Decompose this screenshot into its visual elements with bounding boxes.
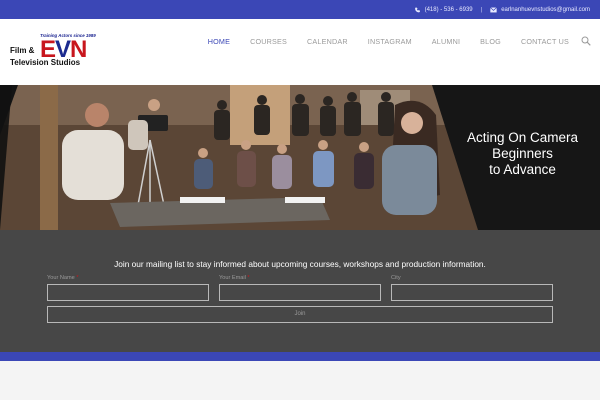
name-required-mark: *: [76, 275, 79, 281]
nav-item-courses[interactable]: COURSES: [250, 37, 287, 46]
logo-name-line2: Television Studios: [10, 58, 81, 67]
name-field-label: Your Name *: [47, 275, 79, 281]
footer-accent-bar: [0, 352, 600, 361]
logo-name: Film & Television Studios: [10, 46, 98, 67]
phone-icon: [414, 7, 420, 12]
nav-item-contact-us[interactable]: CONTACT US: [521, 37, 569, 46]
mail-icon: [490, 6, 498, 12]
logo-name-line1: Film &: [10, 46, 35, 55]
main-nav: HOME COURSES CALENDAR INSTAGRAM ALUMNI B…: [188, 36, 591, 46]
mailing-list-section: Join our mailing list to stay informed a…: [0, 230, 600, 352]
hero-banner: Acting On Camera Beginners to Advance: [0, 85, 600, 230]
hero-heading-line1: Acting On Camera: [466, 130, 579, 145]
email-required-mark: *: [247, 275, 250, 281]
nav-item-alumni[interactable]: ALUMNI: [432, 37, 460, 46]
hero-heading: Acting On Camera Beginners to Advance: [450, 130, 595, 178]
topbar-separator: |: [480, 6, 483, 13]
name-label-text: Your Name: [47, 275, 75, 281]
phone-contact[interactable]: (418) - 536 - 6939: [414, 7, 473, 13]
email-contact[interactable]: earlnanhuevnstudios@gmail.com: [490, 7, 590, 13]
page: (418) - 536 - 6939 | earlnanhuevnstudios…: [0, 0, 600, 400]
nav-item-calendar[interactable]: CALENDAR: [307, 37, 348, 46]
search-icon[interactable]: [581, 36, 591, 46]
email-address: earlnanhuevnstudios@gmail.com: [501, 6, 590, 13]
top-contact-bar: (418) - 536 - 6939 | earlnanhuevnstudios…: [0, 0, 600, 19]
city-field-label: City: [391, 275, 401, 281]
site-logo[interactable]: Training Actors since 1989 E V N Film & …: [10, 33, 96, 79]
city-input[interactable]: [391, 284, 553, 301]
phone-number: (418) - 536 - 6939: [424, 6, 473, 13]
footer-area: [0, 361, 600, 400]
nav-item-instagram[interactable]: INSTAGRAM: [368, 37, 412, 46]
city-label-text: City: [391, 275, 401, 281]
name-input[interactable]: [47, 284, 209, 301]
hero-heading-line3: to Advance: [489, 162, 556, 177]
nav-item-home[interactable]: HOME: [208, 37, 230, 46]
email-field-label: Your Email *: [219, 275, 250, 281]
nav-item-blog[interactable]: BLOG: [480, 37, 501, 46]
email-label-text: Your Email: [219, 275, 246, 281]
join-button[interactable]: Join: [47, 306, 553, 323]
mailing-list-message: Join our mailing list to stay informed a…: [114, 259, 486, 269]
hero-heading-line2: Beginners: [492, 146, 553, 161]
site-header: Training Actors since 1989 E V N Film & …: [0, 19, 600, 85]
email-input[interactable]: [219, 284, 381, 301]
